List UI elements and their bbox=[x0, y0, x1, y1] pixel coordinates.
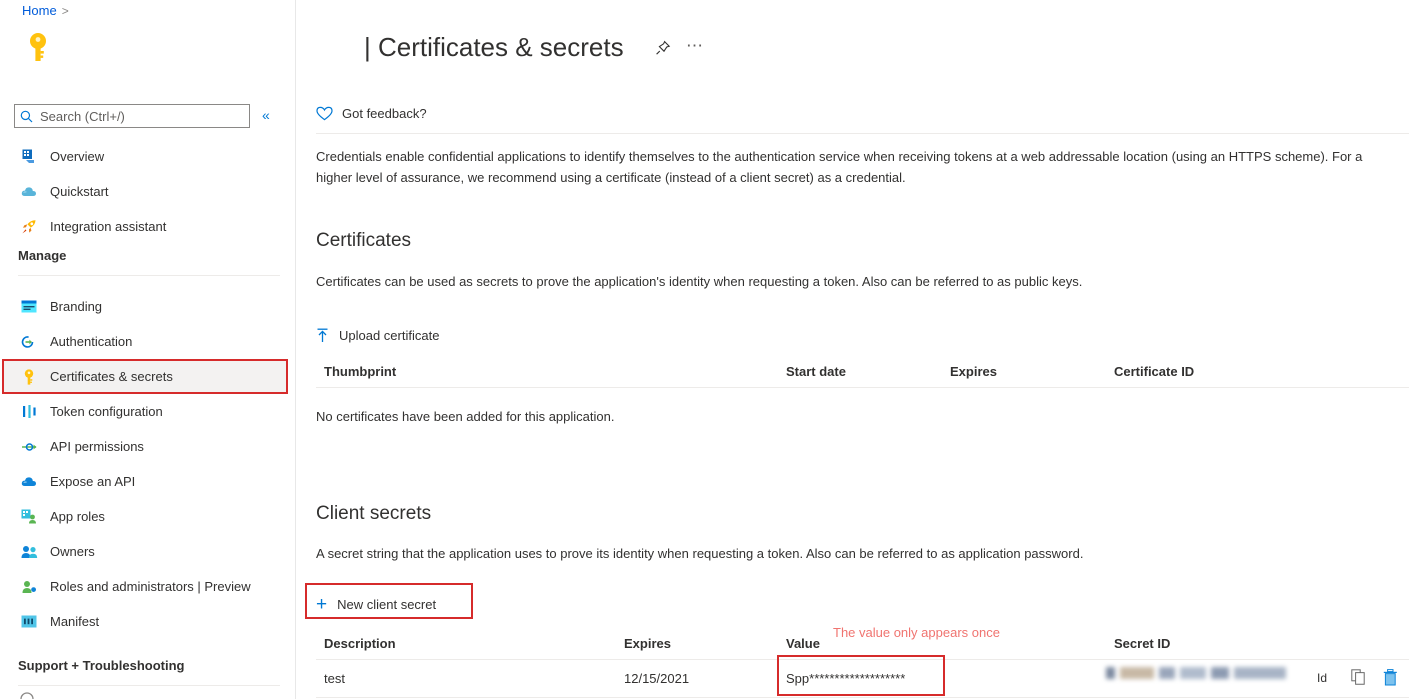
sidebar-item-authentication[interactable]: Authentication bbox=[2, 325, 288, 358]
sidebar-group-manage: Manage bbox=[18, 248, 67, 263]
cloud-icon bbox=[20, 183, 38, 201]
sidebar-divider-support bbox=[18, 685, 280, 686]
sidebar-item-overview[interactable]: Overview bbox=[2, 140, 288, 173]
sidebar-item-branding[interactable]: Branding bbox=[2, 290, 288, 323]
sidebar-item-label: Certificates & secrets bbox=[50, 369, 173, 384]
sidebar-item-app-roles[interactable]: App roles bbox=[2, 500, 288, 533]
sidebar-item-integration-assistant[interactable]: Integration assistant bbox=[2, 210, 288, 243]
cell-value: Spp******************* bbox=[786, 671, 906, 686]
intro-paragraph: Credentials enable confidential applicat… bbox=[316, 149, 1363, 185]
azure-portal-page: Home > « bbox=[0, 0, 1416, 699]
column-header-thumbprint: Thumbprint bbox=[324, 364, 397, 379]
sidebar-item-label: Owners bbox=[50, 544, 95, 559]
sidebar-item-label: Roles and administrators | Preview bbox=[50, 579, 251, 594]
certificates-section-description: Certificates can be used as secrets to p… bbox=[316, 274, 1083, 289]
breadcrumb-separator: > bbox=[61, 4, 69, 18]
page-title: | Certificates & secrets bbox=[364, 32, 624, 62]
left-sidebar: Home > « bbox=[0, 0, 296, 699]
upload-certificate-label: Upload certificate bbox=[339, 327, 440, 343]
table-row[interactable]: test 12/15/2021 Spp******************* I… bbox=[316, 660, 1409, 698]
sidebar-divider-manage bbox=[18, 275, 280, 276]
new-client-secret-button[interactable]: + New client secret bbox=[316, 593, 436, 615]
sidebar-item-manifest[interactable]: Manifest bbox=[2, 605, 288, 638]
sidebar-item-label: Overview bbox=[50, 149, 105, 164]
client-secrets-section-title: Client secrets bbox=[316, 503, 432, 524]
cell-secret-id-suffix: Id bbox=[1317, 671, 1328, 685]
sidebar-item-quickstart[interactable]: Quickstart bbox=[2, 175, 288, 208]
trash-icon[interactable] bbox=[1383, 669, 1398, 691]
got-feedback-label: Got feedback? bbox=[342, 106, 427, 121]
sidebar-item-label: Token configuration bbox=[50, 404, 163, 419]
grid-icon bbox=[20, 148, 38, 166]
key-icon bbox=[20, 368, 38, 386]
column-header-secret-id: Secret ID bbox=[1114, 636, 1171, 651]
cloud-icon bbox=[20, 473, 38, 491]
sidebar-item-label: Integration assistant bbox=[50, 219, 167, 234]
sidebar-item-expose-an-api[interactable]: Expose an API bbox=[2, 465, 288, 498]
api-permissions-icon bbox=[20, 438, 38, 456]
cell-expires: 12/15/2021 bbox=[624, 671, 690, 686]
manifest-icon bbox=[20, 613, 38, 631]
search-icon bbox=[20, 110, 33, 123]
column-header-certificate-id: Certificate ID bbox=[1114, 364, 1195, 379]
column-header-value: Value bbox=[786, 636, 820, 651]
sidebar-item-token-configuration[interactable]: Token configuration bbox=[2, 395, 288, 428]
client-secrets-table: Description Expires Value Secret ID test… bbox=[316, 629, 1409, 698]
cell-description: test bbox=[324, 671, 345, 686]
support-icon bbox=[20, 692, 34, 699]
breadcrumb: Home > bbox=[22, 3, 69, 18]
sidebar-item-roles-and-administrators[interactable]: Roles and administrators | Preview bbox=[2, 570, 288, 603]
roles-icon bbox=[20, 578, 38, 596]
token-icon bbox=[20, 403, 38, 421]
sidebar-item-label: App roles bbox=[50, 509, 105, 524]
breadcrumb-home[interactable]: Home bbox=[22, 3, 57, 18]
new-client-secret-label: New client secret bbox=[337, 596, 437, 612]
search-box[interactable] bbox=[14, 104, 250, 128]
pin-icon[interactable] bbox=[655, 40, 671, 61]
upload-icon bbox=[316, 328, 329, 343]
sidebar-item-api-permissions[interactable]: API permissions bbox=[2, 430, 288, 463]
sidebar-group-support: Support + Troubleshooting bbox=[18, 658, 185, 673]
key-icon bbox=[25, 32, 51, 62]
chevron-double-left-icon[interactable]: « bbox=[262, 106, 270, 124]
owners-icon bbox=[20, 543, 38, 561]
branding-icon bbox=[20, 298, 38, 316]
certificates-table-header: Thumbprint Start date Expires Certificat… bbox=[316, 357, 1409, 388]
column-header-expires: Expires bbox=[950, 364, 997, 379]
certificates-empty-message: No certificates have been added for this… bbox=[316, 409, 615, 424]
certificates-section-title: Certificates bbox=[316, 230, 412, 251]
search-input[interactable] bbox=[38, 107, 244, 125]
sidebar-item-label: Quickstart bbox=[50, 184, 109, 199]
column-header-expires: Expires bbox=[624, 636, 671, 651]
plus-icon: + bbox=[316, 593, 328, 615]
client-secrets-section-description: A secret string that the application use… bbox=[316, 546, 1084, 561]
certificates-table: Thumbprint Start date Expires Certificat… bbox=[316, 357, 1409, 388]
cell-secret-id-redacted bbox=[1106, 667, 1286, 679]
rocket-icon bbox=[20, 218, 38, 236]
client-secrets-table-header: Description Expires Value Secret ID bbox=[316, 629, 1409, 660]
main-content: | Certificates & secrets ⋯ Got feedback?… bbox=[297, 0, 1416, 699]
upload-certificate-button[interactable]: Upload certificate bbox=[316, 324, 439, 346]
column-header-description: Description bbox=[324, 636, 396, 651]
sidebar-item-label: Authentication bbox=[50, 334, 133, 349]
app-roles-icon bbox=[20, 508, 38, 526]
sidebar-item-certificates-and-secrets[interactable]: Certificates & secrets bbox=[2, 360, 288, 393]
header-divider bbox=[316, 133, 1409, 134]
ellipsis-icon[interactable]: ⋯ bbox=[686, 36, 704, 56]
heart-icon bbox=[316, 106, 333, 121]
sidebar-item-label: Expose an API bbox=[50, 474, 136, 489]
authentication-icon bbox=[20, 333, 38, 351]
got-feedback-button[interactable]: Got feedback? bbox=[316, 106, 427, 121]
column-header-start-date: Start date bbox=[786, 364, 846, 379]
copy-icon[interactable] bbox=[1351, 669, 1366, 690]
sidebar-item-label: API permissions bbox=[50, 439, 144, 454]
sidebar-item-owners[interactable]: Owners bbox=[2, 535, 288, 568]
sidebar-item-label: Branding bbox=[50, 299, 103, 314]
sidebar-item-label: Manifest bbox=[50, 614, 100, 629]
